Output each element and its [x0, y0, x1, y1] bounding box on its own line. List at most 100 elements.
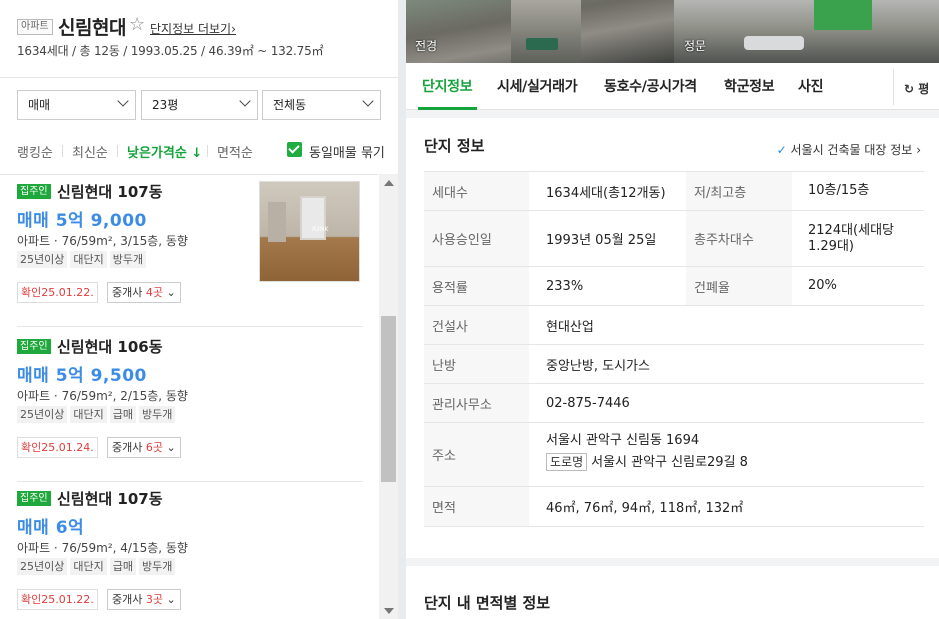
- dong-value: 전체동: [273, 98, 307, 112]
- info-key: 총주차대수: [686, 211, 792, 266]
- complex-info-section: 단지 정보 ✓ 서울시 건축물 대장 정보 › 세대수 1634세대(총12개동…: [406, 118, 939, 558]
- complex-summary: 1634세대 / 총 12동 / 1993.05.25 / 46.39㎡ ~ 1…: [17, 44, 324, 58]
- sort-area[interactable]: 면적순: [217, 142, 253, 161]
- info-key: 난방: [424, 345, 529, 383]
- more-link-label: 단지정보 더보기: [150, 22, 232, 36]
- building-register-link[interactable]: ✓ 서울시 건축물 대장 정보 ›: [777, 141, 921, 158]
- listing-photo[interactable]: R2NK: [259, 181, 360, 282]
- photo-strip: 전경 정문: [406, 0, 939, 63]
- listing-tags: 25년이상 대단지 방두개: [17, 251, 149, 269]
- tag: 대단지: [70, 558, 107, 575]
- list-item[interactable]: 집주인 신림현대 107동 매매 5억 9,000 아파트 · 76/59m²,…: [0, 175, 378, 327]
- info-value: 46㎡, 76㎡, 94㎡, 118㎡, 132㎡: [546, 501, 744, 516]
- info-key: 건설사: [424, 306, 529, 344]
- sort-latest[interactable]: 최신순: [72, 142, 108, 161]
- table-row: 사용승인일 1993년 05월 25일 총주차대수 2124대(세대당 1.29…: [424, 211, 924, 267]
- photo-bus: [814, 0, 872, 30]
- tag: 방두개: [109, 251, 147, 268]
- photo-sign: [526, 38, 558, 50]
- area-select[interactable]: 23평: [141, 90, 258, 120]
- photo-main-gate[interactable]: 정문: [674, 0, 939, 63]
- section-title: 단지 정보: [424, 137, 485, 155]
- chevron-down-icon: ⌄: [166, 593, 176, 606]
- confirmed-date: 확인25.01.22.: [17, 282, 98, 303]
- tag: 25년이상: [17, 251, 68, 268]
- info-key: 관리사무소: [424, 384, 529, 422]
- dong-select[interactable]: 전체동: [262, 90, 381, 120]
- chevron-down-icon: ⌄: [166, 286, 176, 299]
- tag: 방두개: [138, 558, 176, 575]
- group-same-label[interactable]: 동일매물 묶기: [309, 142, 385, 161]
- tag: 급매: [109, 406, 136, 423]
- agent-count: 4곳: [145, 286, 163, 299]
- tab-photos[interactable]: 사진: [798, 76, 823, 96]
- agent-count: 6곳: [145, 441, 163, 454]
- sort-ranking[interactable]: 랭킹순: [17, 142, 53, 161]
- listing-price: 매매 6억: [17, 518, 85, 538]
- tab-units[interactable]: 동호수/공시가격: [604, 76, 697, 96]
- complex-info-table: 세대수 1634세대(총12개동) 저/최고층 10층/15층 사용승인일 19…: [424, 171, 924, 527]
- info-key: 세대수: [424, 172, 529, 210]
- listing-scrollbar[interactable]: [379, 174, 398, 619]
- table-row: 관리사무소 02-875-7446: [424, 384, 924, 423]
- agent-prefix: 중개사: [112, 593, 146, 606]
- table-row: 용적률 233% 건폐율 20%: [424, 267, 924, 306]
- scroll-down-arrow[interactable]: [384, 608, 394, 614]
- listing-building: 신림현대 106동: [57, 338, 163, 356]
- listing-panel: 아파트 신림현대 ☆ 단지정보 더보기› 1634세대 / 총 12동 / 19…: [0, 0, 398, 619]
- scrollbar-thumb[interactable]: [381, 316, 396, 482]
- info-value: 20%: [808, 278, 837, 293]
- star-icon[interactable]: ☆: [129, 14, 145, 35]
- tag: 25년이상: [17, 406, 68, 423]
- owner-badge: 집주인: [17, 491, 51, 506]
- agent-count-button[interactable]: 중개사 4곳 ⌄: [107, 282, 181, 303]
- info-value: 02-875-7446: [546, 395, 630, 411]
- trade-type-select[interactable]: 매매: [17, 90, 136, 120]
- tag: 25년이상: [17, 558, 68, 575]
- list-item[interactable]: 집주인 신림현대 107동 매매 6억 아파트 · 76/59m², 4/15층…: [0, 482, 378, 619]
- tag: 대단지: [70, 406, 107, 423]
- info-value: 10층/15층: [808, 183, 870, 198]
- tab-complex-info[interactable]: 단지정보: [422, 76, 473, 96]
- agent-count-button[interactable]: 중개사 6곳 ⌄: [107, 437, 181, 458]
- info-value: 현대산업: [546, 319, 594, 335]
- unit-toggle-label: 평: [918, 82, 930, 96]
- divider: [207, 145, 208, 157]
- chevron-down-icon: [362, 95, 374, 107]
- area-info-section: 단지 내 면적별 정보: [406, 566, 939, 619]
- tab-price[interactable]: 시세/실거래가: [497, 76, 578, 96]
- photo-building: [511, 0, 581, 63]
- agent-prefix: 중개사: [112, 286, 146, 299]
- complex-info-more-link[interactable]: 단지정보 더보기›: [150, 20, 236, 37]
- chevron-down-icon: [239, 95, 251, 107]
- table-row: 주소 서울시 관악구 신림동 1694 도로명 서울시 관악구 신림로29길 8: [424, 423, 924, 487]
- confirmed-date: 확인25.01.24.: [17, 437, 98, 458]
- sort-low-price[interactable]: 낮은가격순 ↓: [127, 142, 202, 161]
- complex-name: 신림현대: [58, 17, 126, 39]
- chevron-down-icon: ⌄: [166, 441, 176, 454]
- seoul-logo-icon: ✓: [776, 143, 787, 157]
- info-value: 1993년 05월 25일: [546, 233, 657, 248]
- detail-tabs: 단지정보 시세/실거래가 동호수/공시가격 학군정보 사진 ↻ 평: [406, 63, 939, 110]
- scroll-up-arrow[interactable]: [384, 180, 394, 186]
- photo-label: 정문: [684, 39, 707, 53]
- info-key: 주소: [424, 423, 529, 486]
- group-same-checkbox[interactable]: [287, 142, 302, 157]
- info-value: 233%: [546, 278, 584, 294]
- info-key: 사용승인일: [424, 211, 529, 266]
- info-value: 중앙난방, 도시가스: [546, 358, 650, 374]
- table-row: 면적 46㎡, 76㎡, 94㎡, 118㎡, 132㎡: [424, 487, 924, 527]
- unit-toggle-button[interactable]: ↻ 평: [893, 69, 939, 105]
- list-item[interactable]: 집주인 신림현대 106동 매매 5억 9,500 아파트 · 76/59m²,…: [0, 330, 378, 482]
- agent-prefix: 중개사: [112, 441, 146, 454]
- tab-school[interactable]: 학군정보: [724, 76, 775, 96]
- photo-exterior[interactable]: 전경: [406, 0, 674, 63]
- listing-info: 아파트 · 76/59m², 2/15층, 동향: [17, 389, 188, 403]
- info-value: 1634세대(총12개동): [546, 185, 666, 201]
- listing-info: 아파트 · 76/59m², 3/15층, 동향: [17, 234, 188, 248]
- listing-tags: 25년이상 대단지 급매 방두개: [17, 558, 178, 576]
- tag: 대단지: [70, 251, 107, 268]
- agent-count-button[interactable]: 중개사 3곳 ⌄: [107, 589, 181, 610]
- trade-type-value: 매매: [28, 98, 51, 112]
- listing-price: 매매 5억 9,500: [17, 366, 147, 386]
